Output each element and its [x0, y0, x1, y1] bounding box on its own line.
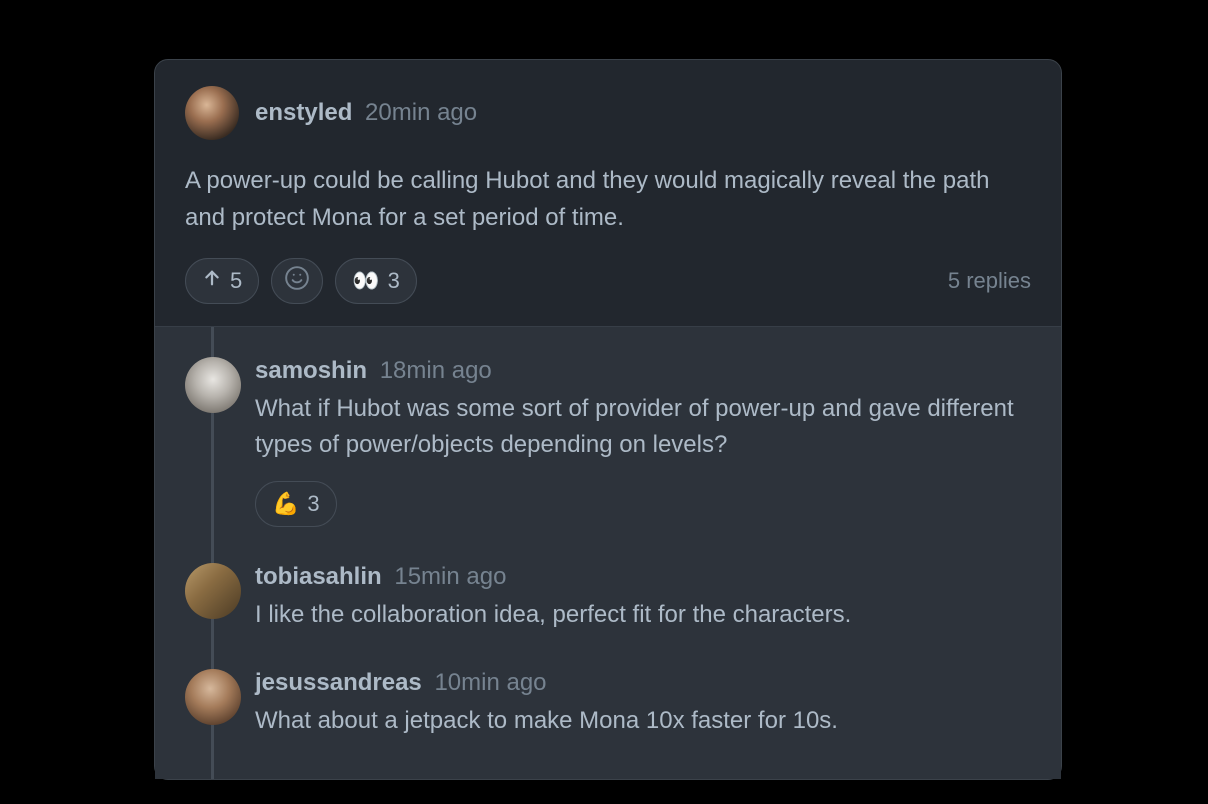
author-name[interactable]: enstyled: [255, 99, 352, 126]
muscle-reaction[interactable]: 💪 3: [255, 481, 337, 527]
reply-body: I like the collaboration idea, perfect f…: [255, 597, 1031, 633]
avatar[interactable]: [185, 357, 241, 413]
upvote-count: 5: [230, 268, 242, 294]
reply-body: What about a jetpack to make Mona 10x fa…: [255, 703, 1031, 739]
author-line: jesussandreas 10min ago: [255, 669, 1031, 697]
muscle-icon: 💪: [272, 493, 299, 515]
smiley-icon: [284, 265, 310, 297]
author-line: tobiasahlin 15min ago: [255, 563, 1031, 591]
comment-header: enstyled 20min ago: [185, 86, 1031, 140]
comment-body: A power-up could be calling Hubot and th…: [185, 162, 1031, 236]
arrow-up-icon: [202, 268, 222, 294]
author-name[interactable]: samoshin: [255, 357, 367, 384]
eyes-count: 3: [388, 268, 400, 294]
upvote-reaction[interactable]: 5: [185, 258, 259, 304]
discussion-card: enstyled 20min ago A power-up could be c…: [154, 59, 1062, 780]
comment-timestamp: 10min ago: [434, 669, 546, 696]
replies-count[interactable]: 5 replies: [948, 268, 1031, 294]
main-comment: enstyled 20min ago A power-up could be c…: [155, 60, 1061, 327]
comment-timestamp: 18min ago: [380, 357, 492, 384]
reply: samoshin 18min ago What if Hubot was som…: [185, 357, 1031, 527]
comment-footer: 5 👀 3 5 replies: [185, 258, 1031, 304]
reactions-row: 5 👀 3: [185, 258, 417, 304]
comment-timestamp: 20min ago: [365, 99, 477, 126]
comment-timestamp: 15min ago: [394, 563, 506, 590]
reactions-row: 💪 3: [255, 481, 1031, 527]
author-name[interactable]: tobiasahlin: [255, 563, 382, 590]
author-line: samoshin 18min ago: [255, 357, 1031, 385]
reply: jesussandreas 10min ago What about a jet…: [185, 669, 1031, 739]
avatar[interactable]: [185, 86, 239, 140]
reply-body: What if Hubot was some sort of provider …: [255, 391, 1031, 463]
author-line: enstyled 20min ago: [255, 99, 477, 127]
eyes-icon: 👀: [352, 270, 379, 292]
reply-thread: samoshin 18min ago What if Hubot was som…: [155, 327, 1061, 779]
muscle-count: 3: [307, 491, 319, 517]
reply: tobiasahlin 15min ago I like the collabo…: [185, 563, 1031, 633]
author-name[interactable]: jesussandreas: [255, 669, 422, 696]
avatar[interactable]: [185, 563, 241, 619]
add-reaction-button[interactable]: [271, 258, 323, 304]
avatar[interactable]: [185, 669, 241, 725]
eyes-reaction[interactable]: 👀 3: [335, 258, 417, 304]
